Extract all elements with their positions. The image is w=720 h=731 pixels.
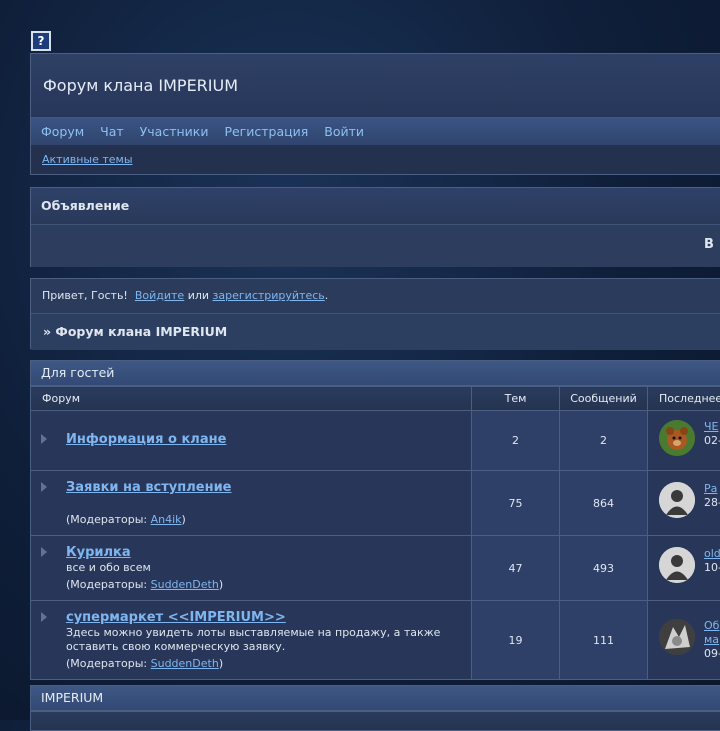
moderators-label: (Модераторы: (66, 578, 151, 591)
forum-status-icon (41, 434, 47, 444)
greeting-prefix: Привет, Гость! (42, 289, 128, 302)
greeting-suffix: . (325, 289, 329, 302)
posts-count: 111 (560, 601, 648, 680)
announcement-text: В (704, 237, 714, 252)
forum-header: Форум клана IMPERIUM Форум Чат Участники… (30, 53, 720, 175)
forum-link[interactable]: Курилка (66, 545, 131, 560)
moderators: (Модераторы: An4ik) (66, 513, 186, 526)
forum-title: Форум клана IMPERIUM (31, 54, 720, 118)
table-row: Курилка все и обо всем (Модераторы: Sudd… (31, 536, 720, 601)
topics-count: 75 (472, 471, 560, 536)
forum-link[interactable]: Информация о клане (66, 432, 226, 447)
posts-count: 864 (560, 471, 648, 536)
table-row: супермаркет <<IMPERIUM>> Здесь можно уви… (31, 601, 720, 680)
last-post-link[interactable]: old (704, 547, 720, 560)
moderator-link[interactable]: An4ik (151, 513, 182, 526)
forum-description: все и обо всем (66, 561, 151, 575)
moderators-label: (Модераторы: (66, 657, 151, 670)
register-link[interactable]: зарегистрируйтесь (213, 289, 325, 302)
last-post-link[interactable]: Об (704, 619, 719, 632)
moderators: (Модераторы: SuddenDeth) (66, 657, 223, 670)
moderator-link[interactable]: SuddenDeth (151, 578, 219, 591)
active-topics-link[interactable]: Активные темы (42, 153, 133, 166)
forum-status-icon (41, 482, 47, 492)
nav-chat[interactable]: Чат (100, 124, 124, 139)
table-row: Информация о клане 2 2 ЧЕ 02- (31, 411, 720, 471)
forum-link[interactable]: Заявки на вступление (66, 480, 232, 495)
forum-cell: Информация о клане (31, 411, 472, 471)
last-post-link[interactable]: Ра (704, 482, 717, 495)
moderators-label: (Модераторы: (66, 513, 151, 526)
last-post-cell: Об ма 09- (648, 601, 720, 680)
announcement-body: В (31, 225, 720, 267)
breadcrumb[interactable]: » Форум клана IMPERIUM (31, 314, 720, 350)
moderator-link[interactable]: SuddenDeth (151, 657, 219, 670)
table-row: Заявки на вступление (Модераторы: An4ik)… (31, 471, 720, 536)
last-post-date: 10- (704, 561, 720, 574)
posts-count: 2 (560, 411, 648, 471)
forum-cell: Заявки на вступление (Модераторы: An4ik) (31, 471, 472, 536)
help-icon[interactable]: ? (31, 31, 51, 51)
forum-cell: Курилка все и обо всем (Модераторы: Sudd… (31, 536, 472, 601)
last-post-date: 28- (704, 496, 720, 509)
nav-members[interactable]: Участники (140, 124, 209, 139)
moderators: (Модераторы: SuddenDeth) (66, 578, 223, 591)
nav-forum[interactable]: Форум (41, 124, 84, 139)
last-post-link-cont[interactable]: ма (704, 633, 719, 646)
greeting-or: или (188, 289, 209, 302)
greeting-panel: Привет, Гость! Войдите или зарегистрируй… (30, 278, 720, 349)
sub-nav: Активные темы (31, 146, 720, 174)
topics-count: 19 (472, 601, 560, 680)
column-topics: Тем (472, 387, 560, 411)
avatar[interactable] (659, 420, 695, 456)
forum-status-icon (41, 547, 47, 557)
last-post-link[interactable]: ЧЕ (704, 420, 719, 433)
forum-status-icon (41, 612, 47, 622)
moderators-end: ) (219, 657, 223, 670)
forum-cell: супермаркет <<IMPERIUM>> Здесь можно уви… (31, 601, 472, 680)
column-last: Последнее (648, 387, 720, 411)
last-post-cell: Ра 28- (648, 471, 720, 536)
last-post-cell: old 10- (648, 536, 720, 601)
greeting-line: Привет, Гость! Войдите или зарегистрируй… (31, 279, 720, 314)
forum-description: Здесь можно увидеть лоты выставляемые на… (66, 626, 456, 654)
nav-register[interactable]: Регистрация (224, 124, 308, 139)
avatar[interactable] (659, 547, 695, 583)
topics-count: 2 (472, 411, 560, 471)
announcement-title: Объявление (31, 188, 720, 225)
main-nav: Форум Чат Участники Регистрация Войти (31, 118, 720, 146)
avatar[interactable] (659, 482, 695, 518)
column-posts: Сообщений (560, 387, 648, 411)
avatar[interactable] (659, 619, 695, 655)
last-post-date: 02- (704, 434, 720, 447)
last-post-cell: ЧЕ 02- (648, 411, 720, 471)
announcement-panel: Объявление В (30, 187, 720, 267)
moderators-end: ) (182, 513, 186, 526)
moderators-end: ) (219, 578, 223, 591)
forum-table: Форум Тем Сообщений Последнее Информация… (30, 386, 720, 680)
column-forum: Форум (31, 387, 472, 411)
topics-count: 47 (472, 536, 560, 601)
category-table-header (30, 711, 720, 731)
login-link[interactable]: Войдите (135, 289, 184, 302)
category-header-guests[interactable]: Для гостей (30, 360, 720, 386)
posts-count: 493 (560, 536, 648, 601)
forum-link[interactable]: супермаркет <<IMPERIUM>> (66, 610, 286, 625)
last-post-date: 09- (704, 647, 720, 660)
category-header-imperium[interactable]: IMPERIUM (30, 685, 720, 711)
nav-login[interactable]: Войти (324, 124, 364, 139)
